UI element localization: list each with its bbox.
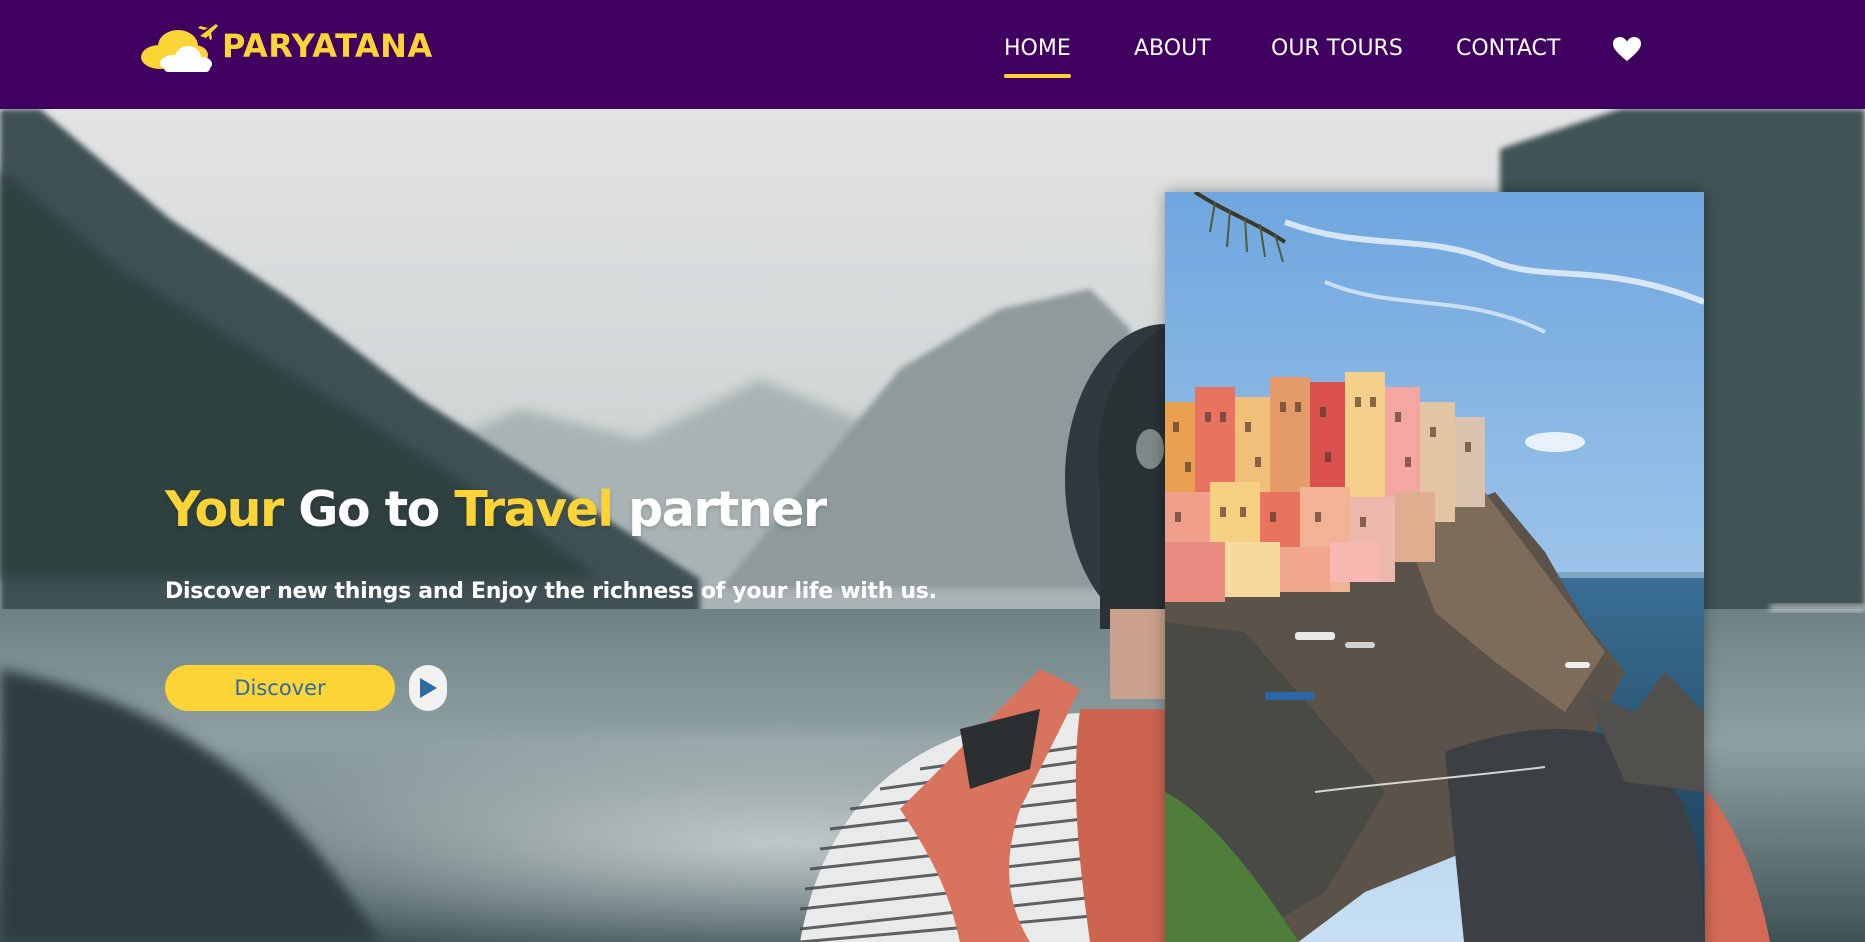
cliffside-village-photo-card [1165,192,1704,942]
hero-section: Your Go to Travel partner Discover new t… [0,109,1865,942]
nav-home[interactable]: HOME [1004,36,1071,78]
hero-subline: Discover new things and Enjoy the richne… [165,579,937,604]
hero-cta-row: Discover [165,665,447,711]
cliffside-village-image [1165,192,1704,942]
headline-travel: Travel [454,481,614,538]
heart-icon[interactable] [1612,36,1642,62]
nav-contact[interactable]: CONTACT [1456,36,1560,61]
hero-text: Your Go to Travel partner Discover new t… [165,485,937,711]
nav-about[interactable]: ABOUT [1134,36,1211,61]
headline-go-to: Go to [298,481,440,538]
cloud-plane-logo-icon [141,24,218,72]
discover-button[interactable]: Discover [165,665,395,711]
play-button[interactable] [409,665,447,711]
brand[interactable]: PARYATANA [138,20,433,72]
headline-partner: partner [628,481,827,538]
headline-your: Your [165,481,284,538]
hero-headline: Your Go to Travel partner [165,485,925,534]
navbar: PARYATANA HOME ABOUT OUR TOURS CONTACT [0,0,1865,109]
play-icon [420,678,437,698]
brand-name: PARYATANA [222,27,433,65]
nav-our-tours[interactable]: OUR TOURS [1271,36,1403,61]
